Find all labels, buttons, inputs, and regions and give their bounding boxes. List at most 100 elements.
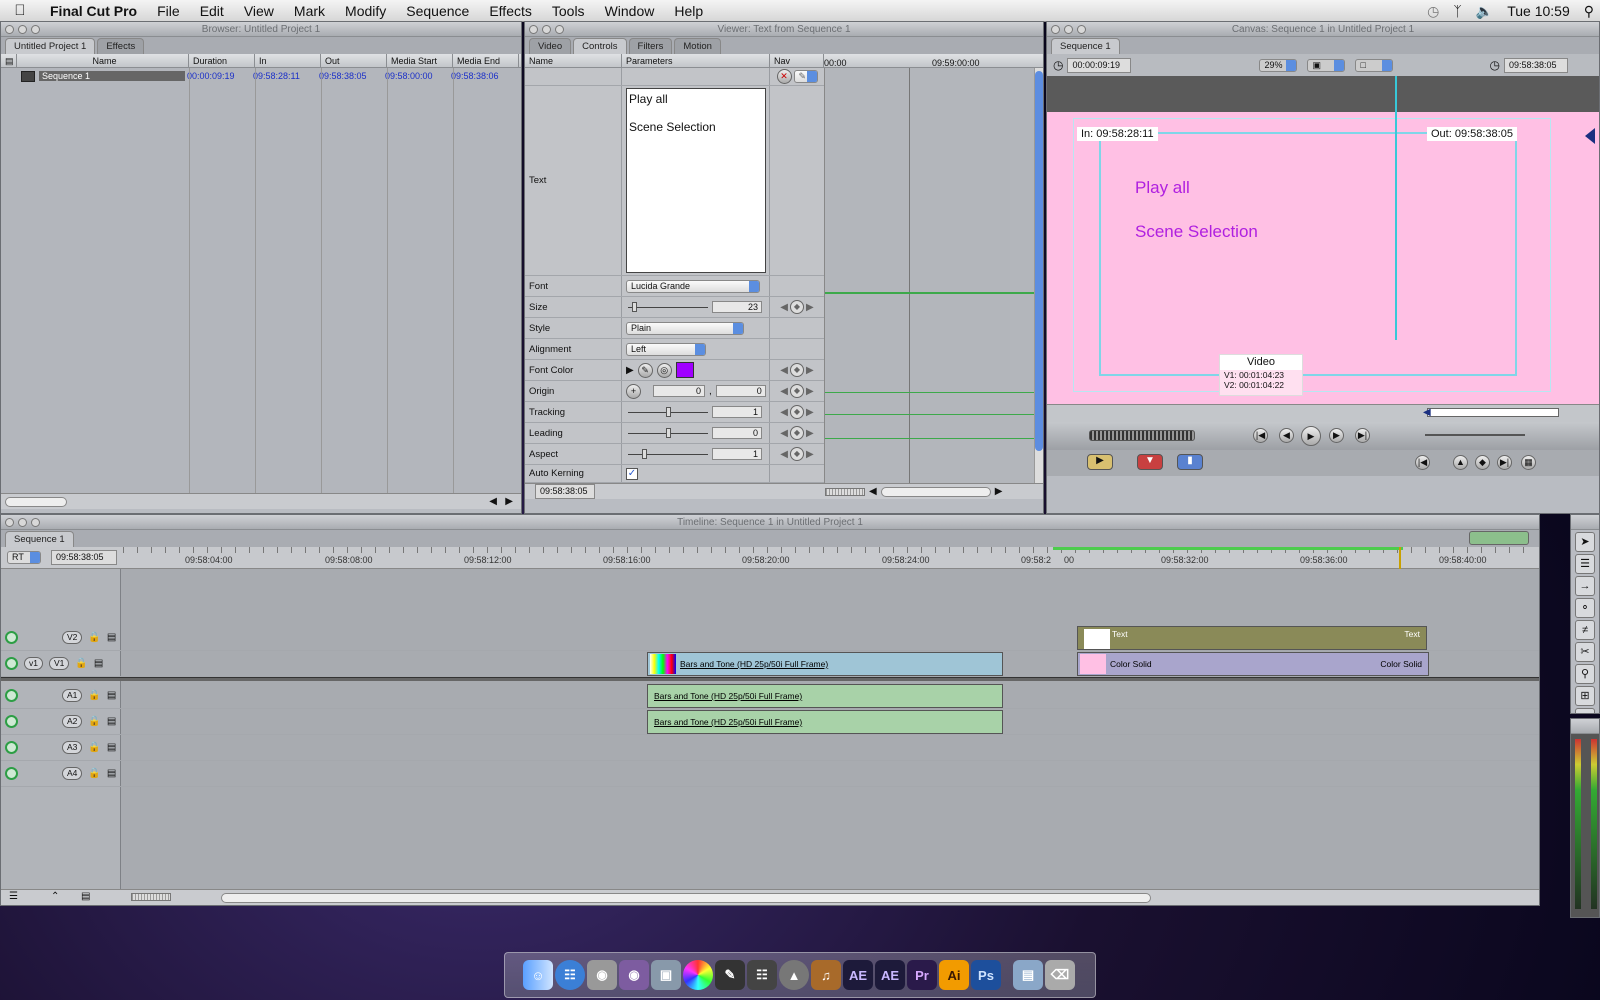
bars-tone-audio-clip-1[interactable]: Bars and Tone (HD 25p/50i Full Frame): [647, 684, 1003, 708]
canvas-video-area[interactable]: Play all Scene Selection In: 09:58:28:11…: [1047, 76, 1599, 406]
menu-help[interactable]: Help: [664, 3, 713, 19]
go-to-start-button[interactable]: |◀: [1253, 428, 1268, 443]
text-clip[interactable]: Text Text: [1077, 626, 1427, 650]
audio-enable-toggle[interactable]: [5, 741, 18, 754]
track-label[interactable]: A4: [62, 767, 83, 780]
track-visibility-toggle[interactable]: [5, 631, 18, 644]
safari-icon[interactable]: ☷: [555, 960, 585, 990]
size-slider[interactable]: [628, 301, 708, 312]
bluetooth-icon[interactable]: ᛉ: [1453, 3, 1461, 19]
go-to-end-button[interactable]: ▶|: [1355, 428, 1370, 443]
tracking-field[interactable]: 1: [712, 406, 762, 418]
viewer-titlebar[interactable]: Viewer: Text from Sequence 1: [525, 22, 1043, 37]
zoom-button[interactable]: [555, 25, 564, 34]
timeline-titlebar[interactable]: Timeline: Sequence 1 in Untitled Project…: [1, 515, 1539, 530]
after-effects-icon[interactable]: AE: [875, 960, 905, 990]
keyframe-button[interactable]: ◆: [790, 447, 804, 461]
match-frame-button[interactable]: ▦: [1521, 455, 1536, 470]
prev-keyframe-icon[interactable]: ◀: [780, 386, 788, 397]
tab-controls[interactable]: Controls: [573, 38, 627, 54]
track-select-tool-icon[interactable]: →: [1575, 576, 1595, 596]
shuttle-control[interactable]: [1089, 430, 1195, 441]
lock-icon[interactable]: 🔒: [88, 716, 100, 727]
tab-sequence[interactable]: Sequence 1: [1051, 38, 1120, 54]
text-input-area[interactable]: Play all Scene Selection: [626, 88, 766, 273]
audio-enable-toggle[interactable]: [5, 715, 18, 728]
tab-filters[interactable]: Filters: [628, 38, 673, 54]
replace-button[interactable]: ▮: [1177, 454, 1203, 470]
overlay-popup[interactable]: □: [1355, 58, 1394, 72]
viewer-zoom-slider[interactable]: [825, 487, 865, 496]
next-keyframe-icon[interactable]: ▶: [806, 386, 814, 397]
menu-modify[interactable]: Modify: [335, 3, 396, 19]
play-in-to-out-button[interactable]: ◀: [1279, 428, 1294, 443]
prev-keyframe-icon[interactable]: ◀: [780, 407, 788, 418]
view-popup[interactable]: ▣: [1307, 58, 1346, 72]
menu-app-name[interactable]: Final Cut Pro: [40, 3, 147, 19]
col-out[interactable]: Out: [321, 54, 387, 67]
font-select[interactable]: Lucida Grande: [626, 279, 760, 293]
keyframe-button[interactable]: ◆: [790, 426, 804, 440]
photoshop-icon[interactable]: Ps: [971, 960, 1001, 990]
leading-slider[interactable]: [628, 427, 708, 438]
leading-field[interactable]: 0: [712, 427, 762, 439]
minimize-button[interactable]: [542, 25, 551, 34]
zoom-button[interactable]: [31, 518, 40, 527]
color-wheel-icon[interactable]: ◎: [656, 362, 672, 378]
track-display-buttons[interactable]: [1469, 531, 1529, 545]
source-track-label[interactable]: v1: [24, 657, 43, 670]
track-label[interactable]: A3: [62, 741, 83, 754]
lock-icon[interactable]: 🔒: [75, 658, 87, 669]
track-height-icon[interactable]: ▤: [81, 891, 90, 902]
motion-icon[interactable]: ✎: [715, 960, 745, 990]
premiere-icon[interactable]: Pr: [907, 960, 937, 990]
font-color-swatch[interactable]: [675, 362, 694, 378]
close-button[interactable]: [5, 518, 14, 527]
prev-keyframe-icon[interactable]: ◀: [780, 365, 788, 376]
keyframe-button[interactable]: ◆: [790, 363, 804, 377]
viewer-scrollbar[interactable]: [880, 486, 991, 497]
keyframe-graph[interactable]: [824, 68, 1035, 483]
keyframe-button[interactable]: ◆: [790, 384, 804, 398]
tab-project[interactable]: Untitled Project 1: [5, 38, 96, 54]
apple-menu-icon[interactable]: : [0, 2, 40, 19]
auto-select-icon[interactable]: ▤: [107, 690, 116, 701]
razor-tool-icon[interactable]: ✂: [1575, 642, 1595, 662]
spotlight-icon[interactable]: ⚲: [1584, 3, 1594, 20]
sequence-name[interactable]: Sequence 1: [39, 71, 185, 81]
reset-button[interactable]: ✕: [776, 69, 792, 84]
origin-y-field[interactable]: 0: [715, 385, 766, 397]
canvas-titlebar[interactable]: Canvas: Sequence 1 in Untitled Project 1: [1047, 22, 1599, 37]
auto-select-icon[interactable]: ▤: [107, 742, 116, 753]
garageband-icon[interactable]: ♫: [811, 960, 841, 990]
browser-titlebar[interactable]: Browser: Untitled Project 1: [1, 22, 521, 37]
aspect-slider[interactable]: [628, 448, 708, 459]
prev-keyframe-icon[interactable]: ◀: [780, 428, 788, 439]
controls-scrollbar[interactable]: [1034, 68, 1043, 483]
auto-select-icon[interactable]: ▤: [107, 716, 116, 727]
lock-icon[interactable]: 🔒: [88, 632, 100, 643]
audio-enable-toggle[interactable]: [5, 767, 18, 780]
canvas-scrubber[interactable]: ◀: [1047, 404, 1599, 422]
keyframe-button[interactable]: ◆: [790, 405, 804, 419]
lock-icon[interactable]: 🔒: [88, 742, 100, 753]
tab-effects[interactable]: Effects: [97, 38, 145, 54]
menu-mark[interactable]: Mark: [284, 3, 335, 19]
roll-tool-icon[interactable]: ⚬: [1575, 598, 1595, 618]
zoom-button[interactable]: [1077, 25, 1086, 34]
track-visibility-toggle[interactable]: [5, 657, 18, 670]
mark-out-button[interactable]: ▶|: [1497, 455, 1512, 470]
keyframe-ruler[interactable]: 00:00 09:59:00:00: [824, 54, 1043, 67]
menu-file[interactable]: File: [147, 3, 190, 19]
scroll-right-icon[interactable]: ▶: [995, 486, 1003, 497]
menu-tools[interactable]: Tools: [542, 3, 595, 19]
auto-kerning-checkbox[interactable]: ✓: [626, 467, 638, 480]
eyedropper-icon[interactable]: ✎: [637, 362, 653, 378]
compressor-icon[interactable]: ☷: [747, 960, 777, 990]
edit-selection-tool-icon[interactable]: ☰: [1575, 554, 1595, 574]
play-around-button[interactable]: ▶: [1329, 428, 1344, 443]
bars-tone-video-clip[interactable]: Bars and Tone (HD 25p/50i Full Frame): [647, 652, 1003, 676]
minimize-button[interactable]: [1064, 25, 1073, 34]
jog-control[interactable]: [1425, 434, 1525, 436]
lock-icon[interactable]: 🔒: [88, 690, 100, 701]
